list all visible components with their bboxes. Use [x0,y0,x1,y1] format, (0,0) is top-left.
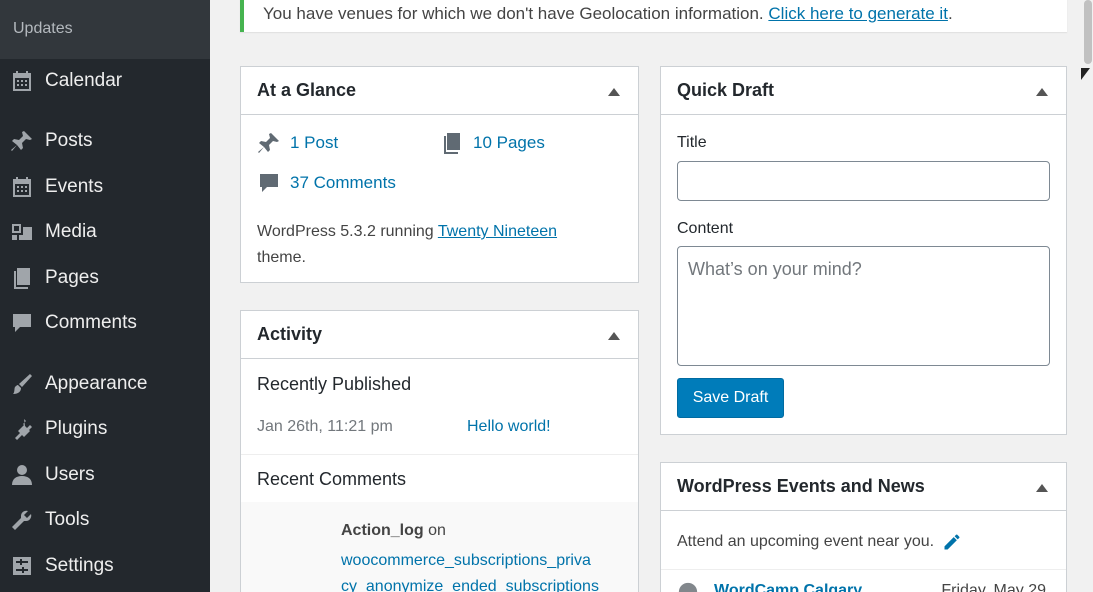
collapse-toggle-icon[interactable] [1036,484,1048,492]
plug-icon [9,416,35,442]
pages-icon [9,265,35,291]
pin-icon [258,133,279,153]
widget-title: At a Glance [257,80,357,100]
widget-header: Activity [241,311,638,359]
sidebar-item-tools[interactable]: Tools [0,498,210,542]
glance-pages[interactable]: 10 Pages [440,131,545,155]
theme-suffix: theme. [257,249,306,266]
glance-posts[interactable]: 1 Post [257,131,338,155]
comments-count-link[interactable]: 37 Comments [290,173,396,193]
comment-author-link[interactable]: Action_log [341,522,424,539]
save-draft-button[interactable]: Save Draft [677,378,784,418]
sidebar-item-comments[interactable]: Comments [0,301,210,345]
wordcamp-icon [678,582,698,592]
pages-count-link[interactable]: 10 Pages [473,133,545,153]
sidebar-item-label: Calendar [45,70,123,91]
comment-post-line: cy_anonymize_ended_subscriptions [341,578,599,592]
sidebar-item-posts[interactable]: Posts [0,119,210,163]
generate-geolocation-link[interactable]: Click here to generate it [768,4,948,23]
calendar-icon [9,174,35,200]
title-label: Title [677,134,707,151]
quick-draft-widget: Quick Draft Title Content What’s on your… [660,66,1067,435]
calendar-icon [9,68,35,94]
settings-icon [9,553,35,579]
wordpress-version-info: WordPress 5.3.2 running Twenty Nineteen … [257,219,597,271]
comment-on-text: on [423,522,446,539]
sidebar-item-label: Posts [45,130,93,151]
sidebar-item-plugins[interactable]: Plugins [0,407,210,451]
notice-text: You have venues for which we don't have … [263,4,769,23]
widget-title: Quick Draft [677,80,775,100]
sidebar-item-users[interactable]: Users [0,453,210,497]
edit-location-pencil-icon[interactable] [942,532,962,552]
collapse-toggle-icon[interactable] [1036,88,1048,96]
page-scrollbar[interactable] [1083,0,1093,592]
sidebar-item-label: Users [45,464,95,485]
event-name-link[interactable]: WordCamp Calgary [714,582,862,592]
sidebar-item-calendar[interactable]: Calendar [0,59,210,103]
sidebar-submenu-updates[interactable]: Updates [0,0,210,59]
draft-content-textarea[interactable]: What’s on your mind? [677,246,1050,366]
pages-icon [444,133,460,154]
events-intro-text: Attend an upcoming event near you. [677,533,935,550]
glance-comments[interactable]: 37 Comments [257,171,396,195]
sidebar-item-label: Pages [45,267,99,288]
collapse-toggle-icon[interactable] [608,332,620,340]
collapse-toggle-icon[interactable] [608,88,620,96]
sidebar-item-media[interactable]: Media [0,210,210,254]
sidebar-item-pages[interactable]: Pages [0,256,210,300]
sidebar-item-events[interactable]: Events [0,165,210,209]
draft-title-input[interactable] [677,161,1050,201]
sidebar-item-label: Plugins [45,418,108,439]
event-date: Friday, May 29 [941,582,1046,592]
post-date: Jan 26th, 11:21 pm [257,418,393,435]
events-intro: Attend an upcoming event near you. [677,532,962,552]
widget-title: WordPress Events and News [677,476,925,496]
events-news-widget: WordPress Events and News Attend an upco… [660,462,1067,592]
sidebar-item-label: Events [45,176,104,197]
brush-icon [9,371,35,397]
admin-sidebar: Updates Calendar Posts Events Media Page… [0,0,210,592]
recent-comments-heading: Recent Comments [257,469,407,489]
divider [241,454,638,455]
mouse-cursor-icon [1081,68,1090,80]
post-title-link[interactable]: Hello world! [467,418,551,436]
posts-count-link[interactable]: 1 Post [290,133,338,153]
widget-header: WordPress Events and News [661,463,1066,511]
pin-icon [9,128,35,154]
scrollbar-thumb[interactable] [1084,0,1092,64]
at-a-glance-widget: At a Glance 1 Post 10 Pages 37 Comments … [240,66,639,283]
sidebar-item-settings[interactable]: Settings [0,544,210,588]
divider [661,569,1066,570]
sidebar-item-label: Comments [45,312,137,333]
content-label: Content [677,220,734,237]
widget-header: Quick Draft [661,67,1066,115]
comment-icon [260,174,278,192]
theme-link[interactable]: Twenty Nineteen [438,223,557,240]
sidebar-item-appearance[interactable]: Appearance [0,362,210,406]
widget-header: At a Glance [241,67,638,115]
notice-suffix: . [947,4,953,23]
comment-item: Action_log on woocommerce_subscriptions_… [241,502,638,592]
sidebar-item-label: Appearance [45,373,148,394]
comment-post-link[interactable]: woocommerce_subscriptions_priva cy_anony… [341,548,599,592]
recently-published-heading: Recently Published [257,374,412,394]
sidebar-item-label: Tools [45,509,90,530]
media-icon [9,219,35,245]
widget-title: Activity [257,324,323,344]
comment-meta: Action_log on [341,522,446,540]
wrench-icon [9,507,35,533]
geolocation-notice: You have venues for which we don't have … [240,0,1067,32]
sidebar-item-label: Media [45,221,97,242]
version-text: WordPress 5.3.2 running [257,223,438,240]
comment-icon [9,310,35,336]
activity-widget: Activity Recently Published Jan 26th, 11… [240,310,639,592]
sidebar-item-label: Settings [45,555,114,576]
user-icon [9,462,35,488]
comment-post-line: woocommerce_subscriptions_priva [341,552,591,569]
